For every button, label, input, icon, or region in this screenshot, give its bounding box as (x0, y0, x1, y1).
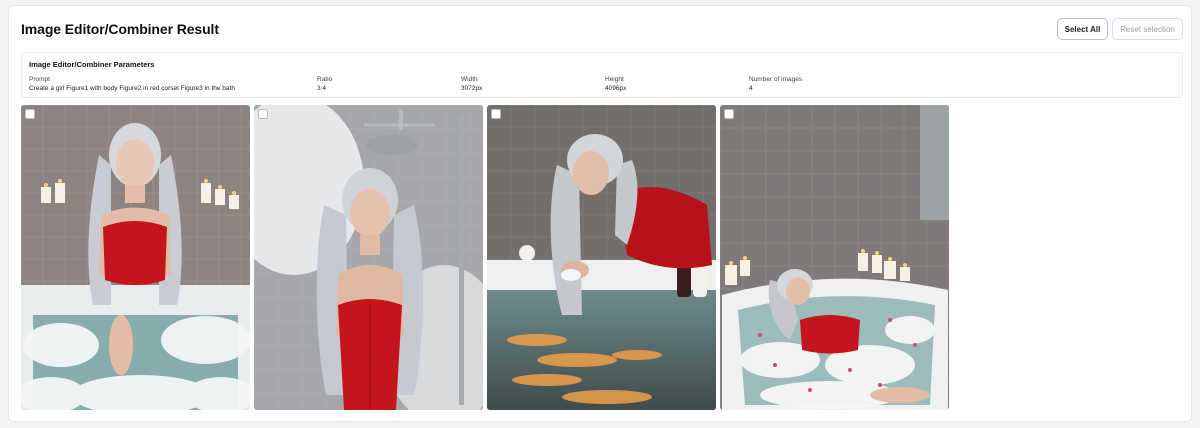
parameters-box: Image Editor/Combiner Parameters Prompt … (21, 52, 1183, 98)
result-panel: Image Editor/Combiner Result Select All … (8, 5, 1192, 422)
param-label: Width (461, 76, 478, 83)
result-image-2[interactable] (254, 105, 483, 410)
select-checkbox[interactable] (491, 109, 501, 119)
result-image-1-picture (21, 105, 250, 410)
result-image-3-picture (487, 105, 716, 410)
param-label: Number of images (749, 76, 803, 83)
param-prompt: Prompt Create a girl Figure1 with body F… (29, 75, 235, 93)
param-number-of-images: Number of images 4 (749, 75, 802, 93)
param-value: 3:4 (317, 85, 327, 92)
param-height: Height 4096px (605, 75, 626, 93)
select-checkbox[interactable] (258, 109, 268, 119)
page-title: Image Editor/Combiner Result (21, 21, 219, 37)
param-value: 4096px (605, 85, 627, 92)
result-image-4-picture (720, 105, 949, 410)
select-checkbox[interactable] (25, 109, 35, 119)
result-image-3[interactable] (487, 105, 716, 410)
param-width: Width 3072px (461, 75, 482, 93)
select-all-button[interactable]: Select All (1057, 18, 1108, 40)
result-image-2-picture (254, 105, 483, 410)
param-value: 4 (749, 85, 753, 92)
param-label: Height (605, 76, 624, 83)
reset-selection-button[interactable]: Reset selection (1112, 18, 1183, 40)
select-checkbox[interactable] (724, 109, 734, 119)
param-label: Prompt (29, 76, 50, 83)
result-image-4[interactable] (720, 105, 949, 410)
parameters-title: Image Editor/Combiner Parameters (29, 60, 155, 69)
param-ratio: Ratio 3:4 (317, 75, 332, 93)
param-value: Create a girl Figure1 with body Figure2 … (29, 85, 235, 92)
param-label: Ratio (317, 76, 333, 83)
result-image-1[interactable] (21, 105, 250, 410)
param-value: 3072px (461, 85, 483, 92)
